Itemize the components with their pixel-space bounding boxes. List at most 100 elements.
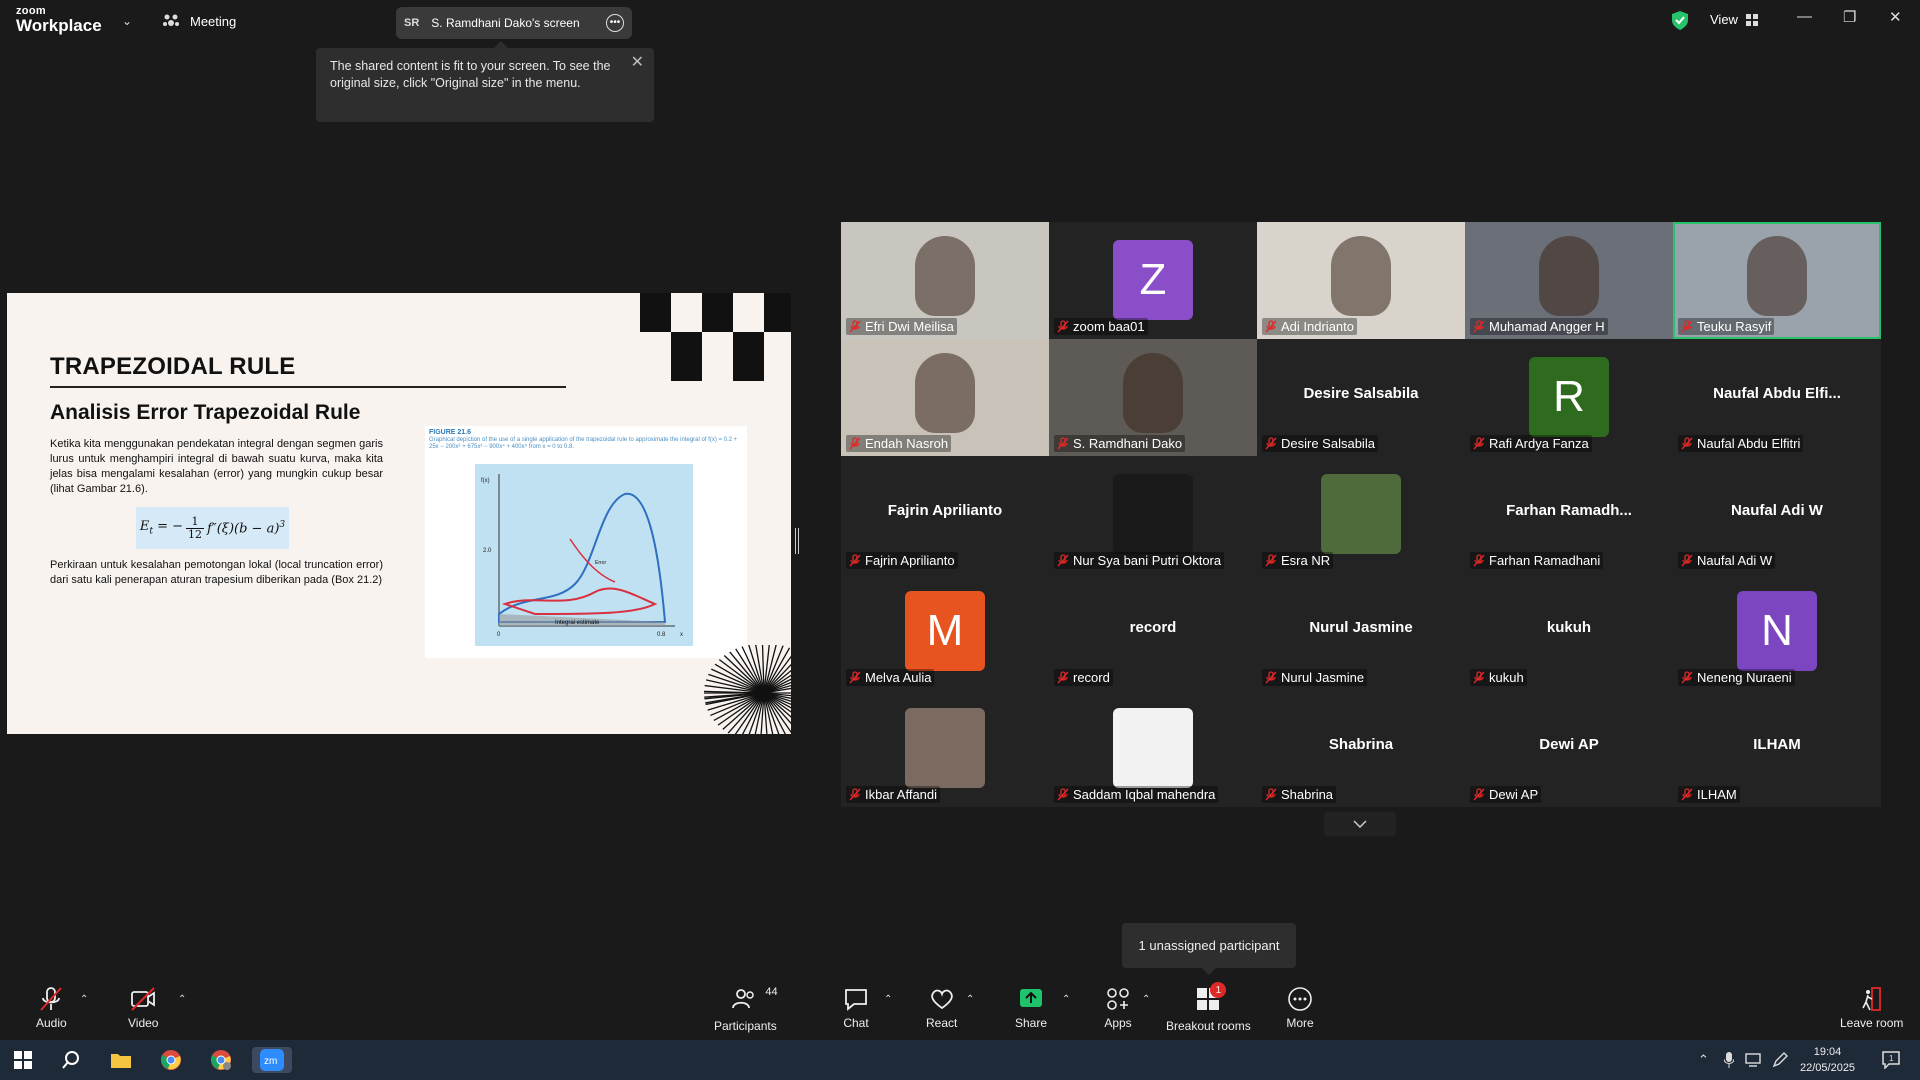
participant-name-label: Efri Dwi Meilisa	[846, 318, 957, 335]
participant-name: Melva Aulia	[865, 670, 932, 685]
network-icon[interactable]	[1744, 1053, 1762, 1067]
microphone-icon[interactable]	[1724, 1052, 1734, 1068]
chrome-profile-icon[interactable]	[206, 1047, 236, 1073]
share-options-caret[interactable]: ⌃	[1062, 994, 1070, 1005]
meeting-button[interactable]: Meeting	[162, 12, 236, 30]
avatar: R	[1529, 357, 1609, 437]
avatar: M	[905, 591, 985, 671]
participant-name: Naufal Adi W	[1697, 553, 1773, 568]
participant-tile[interactable]: Adi Indrianto	[1257, 222, 1465, 339]
leave-room-button[interactable]: Leave room	[1840, 986, 1903, 1030]
participant-tile[interactable]: Esra NR	[1257, 456, 1465, 573]
participant-tile[interactable]: Fajrin Aprilianto Fajrin Aprilianto	[841, 456, 1049, 573]
participant-tile[interactable]: Farhan Ramadh... Farhan Ramadhani	[1465, 456, 1673, 573]
video-button[interactable]: Video	[128, 986, 158, 1030]
participant-tile[interactable]: Nur Sya bani Putri Oktora	[1049, 456, 1257, 573]
participant-name-label: S. Ramdhani Dako	[1054, 435, 1186, 452]
pen-icon[interactable]	[1772, 1052, 1788, 1068]
more-options-icon[interactable]: •••	[606, 14, 624, 32]
mic-muted-icon	[1681, 554, 1693, 567]
participants-button[interactable]: 44 Participants	[714, 986, 778, 1033]
participant-tile[interactable]: ILHAM ILHAM	[1673, 690, 1881, 807]
participant-tile[interactable]: Naufal Abdu Elfi... Naufal Abdu Elfitri	[1673, 339, 1881, 456]
participant-tile[interactable]: Dewi AP Dewi AP	[1465, 690, 1673, 807]
unassigned-participant-popover[interactable]: 1 unassigned participant	[1122, 923, 1296, 975]
participant-tile[interactable]: Naufal Adi W Naufal Adi W	[1673, 456, 1881, 573]
participant-display-name: Shabrina	[1328, 736, 1394, 753]
participant-name-label: Farhan Ramadhani	[1470, 552, 1604, 569]
resize-handle[interactable]	[795, 528, 799, 554]
zoom-app-icon[interactable]: zm	[252, 1047, 292, 1073]
participant-name: Ikbar Affandi	[865, 787, 938, 802]
share-button[interactable]: Share	[1015, 986, 1047, 1030]
slide-paragraph-2: Perkiraan untuk kesalahan pemotongan lok…	[50, 559, 383, 586]
search-icon[interactable]	[56, 1047, 86, 1073]
participant-name-label: Rafi Ardya Fanza	[1470, 435, 1592, 452]
participant-tile[interactable]: Zzoom baa01	[1049, 222, 1257, 339]
participant-name-label: Esra NR	[1262, 552, 1334, 569]
video-feed	[1331, 236, 1391, 316]
chevron-down-icon[interactable]: ⌄	[122, 14, 132, 28]
mic-muted-icon	[1265, 320, 1277, 333]
breakout-rooms-button[interactable]: 1 Breakout rooms	[1166, 982, 1251, 1033]
windows-start-icon[interactable]	[8, 1047, 38, 1073]
chat-button[interactable]: Chat	[842, 986, 870, 1030]
restore-icon[interactable]: ❐	[1843, 8, 1856, 26]
react-button[interactable]: React	[926, 986, 957, 1030]
participant-tile[interactable]: Endah Nasroh	[841, 339, 1049, 456]
participant-display-name: Dewi AP	[1539, 736, 1599, 753]
participant-tile[interactable]: Efri Dwi Meilisa	[841, 222, 1049, 339]
audio-options-caret[interactable]: ⌃	[80, 994, 88, 1005]
zoom-logo[interactable]: zoom Workplace	[16, 6, 102, 35]
minimize-icon[interactable]: —	[1797, 8, 1812, 25]
participant-tile[interactable]: Teuku Rasyif	[1673, 222, 1881, 339]
mic-muted-icon	[1681, 788, 1693, 801]
mic-muted-icon	[849, 437, 861, 450]
file-explorer-icon[interactable]	[106, 1047, 136, 1073]
participant-tile[interactable]: Muhamad Angger H	[1465, 222, 1673, 339]
participant-grid: Efri Dwi Meilisa Zzoom baa01 Adi Indrianto…	[841, 222, 1881, 807]
participant-tile[interactable]: Desire Salsabila Desire Salsabila	[1257, 339, 1465, 456]
system-clock[interactable]: 19:04 22/05/2025	[1800, 1044, 1855, 1076]
react-options-caret[interactable]: ⌃	[966, 994, 974, 1005]
participant-display-name: Naufal Abdu Elfi...	[1713, 385, 1841, 402]
participant-tile[interactable]: record record	[1049, 573, 1257, 690]
mic-muted-icon	[1265, 671, 1277, 684]
tray-chevron-up-icon[interactable]: ⌃	[1698, 1052, 1709, 1068]
participant-name: Nur Sya bani Putri Oktora	[1073, 553, 1222, 568]
shared-slide[interactable]: TRAPEZOIDAL RULE Analisis Error Trapezoi…	[7, 293, 791, 734]
participant-tile[interactable]: Saddam Iqbal mahendra	[1049, 690, 1257, 807]
mic-muted-icon	[849, 788, 861, 801]
video-options-caret[interactable]: ⌃	[178, 994, 186, 1005]
mic-muted-icon	[1473, 671, 1485, 684]
mic-muted-icon	[1265, 788, 1277, 801]
chevron-down-icon[interactable]	[1324, 812, 1396, 836]
participant-display-name: Desire Salsabila	[1303, 385, 1419, 402]
close-icon[interactable]: ✕	[631, 54, 644, 71]
notifications-icon[interactable]: 1	[1876, 1047, 1906, 1073]
shield-check-icon[interactable]	[1672, 11, 1688, 30]
close-window-icon[interactable]: ✕	[1889, 8, 1902, 26]
view-button[interactable]: View	[1710, 12, 1758, 27]
participant-tile[interactable]: N Neneng Nuraeni	[1673, 573, 1881, 690]
participant-name: Rafi Ardya Fanza	[1489, 436, 1589, 451]
participant-tile[interactable]: Shabrina Shabrina	[1257, 690, 1465, 807]
shared-screen-pill[interactable]: SR S. Ramdhani Dako's screen •••	[396, 7, 632, 39]
mic-muted-icon	[1057, 320, 1069, 333]
apps-button[interactable]: Apps	[1104, 986, 1132, 1030]
svg-text:x: x	[680, 632, 683, 638]
audio-button[interactable]: Audio	[36, 986, 67, 1030]
participant-tile[interactable]: S. Ramdhani Dako	[1049, 339, 1257, 456]
participant-tile[interactable]: Ikbar Affandi	[841, 690, 1049, 807]
apps-options-caret[interactable]: ⌃	[1142, 994, 1150, 1005]
participant-tile[interactable]: M Melva Aulia	[841, 573, 1049, 690]
participant-name: Saddam Iqbal mahendra	[1073, 787, 1216, 802]
more-button[interactable]: More	[1286, 986, 1314, 1030]
participant-name-label: Fajrin Aprilianto	[846, 552, 958, 569]
participant-tile[interactable]: Nurul Jasmine Nurul Jasmine	[1257, 573, 1465, 690]
participant-tile[interactable]: kukuh kukuh	[1465, 573, 1673, 690]
participant-tile[interactable]: R Rafi Ardya Fanza	[1465, 339, 1673, 456]
chrome-icon[interactable]	[156, 1047, 186, 1073]
chat-options-caret[interactable]: ⌃	[884, 994, 892, 1005]
participant-name: Naufal Abdu Elfitri	[1697, 436, 1801, 451]
